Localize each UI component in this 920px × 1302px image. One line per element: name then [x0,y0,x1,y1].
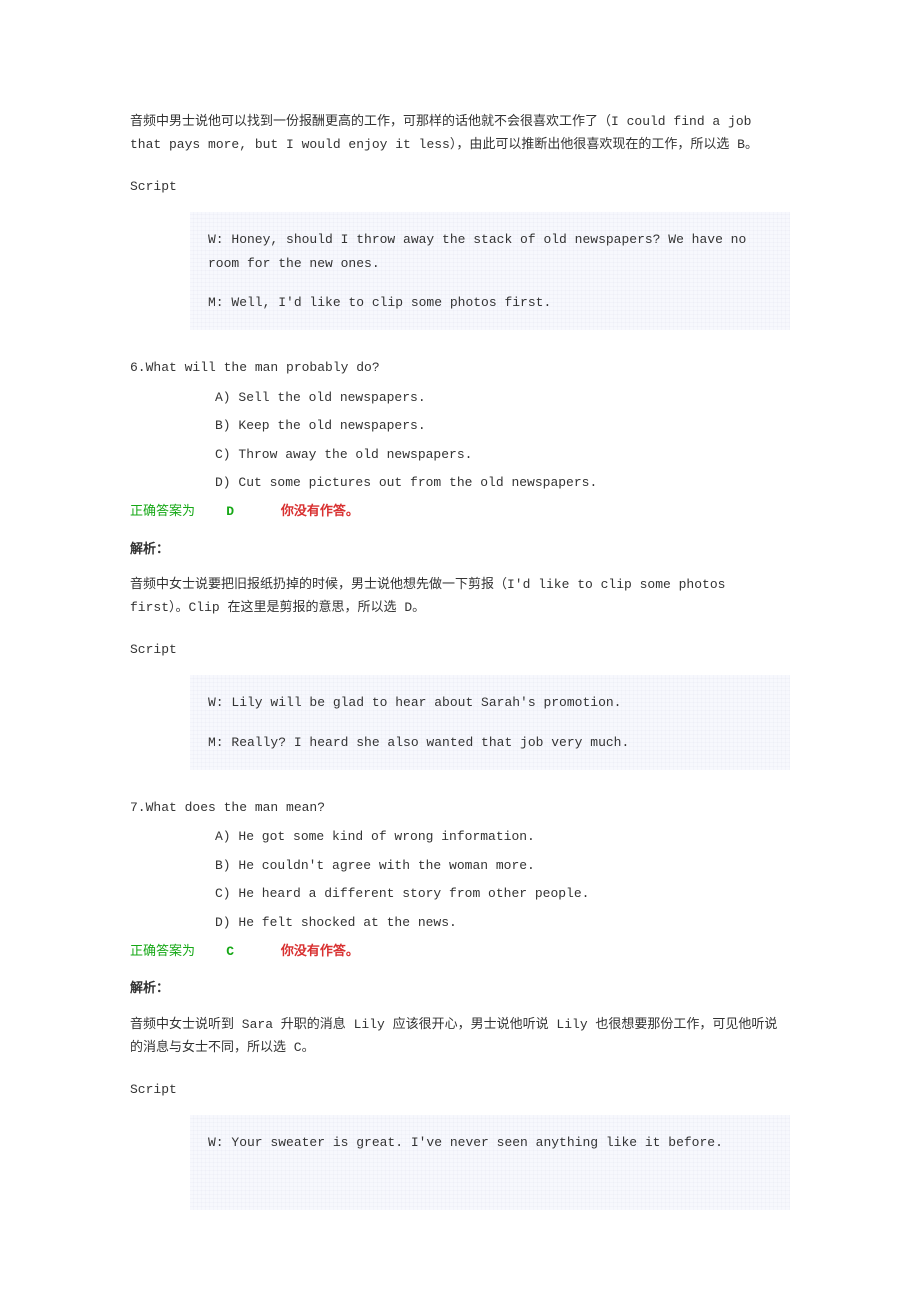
explanation-label: 解析： [130,977,790,1000]
option-c: C) He heard a different story from other… [215,882,790,905]
question-text: 7.What does the man mean? [130,796,790,819]
script-line-m: M: Really? I heard she also wanted that … [208,731,772,754]
answer-line: 正确答案为 C 你没有作答。 [130,940,790,963]
option-b: B) Keep the old newspapers. [215,414,790,437]
script-box: W: Your sweater is great. I've never see… [190,1115,790,1210]
answer-letter: D [226,504,234,519]
option-d: D) Cut some pictures out from the old ne… [215,471,790,494]
script-label: Script [130,638,790,661]
explanation-label: 解析： [130,538,790,561]
script-line-w: W: Lily will be glad to hear about Sarah… [208,691,772,714]
script-label: Script [130,1078,790,1101]
explanation-text: 音频中女士说听到 Sara 升职的消息 Lily 应该很开心，男士说他听说 Li… [130,1013,790,1060]
answer-prefix: 正确答案为 [130,504,195,519]
answer-letter: C [226,944,234,959]
explanation-text: 音频中女士说要把旧报纸扔掉的时候，男士说他想先做一下剪报（I'd like to… [130,573,790,620]
answer-line: 正确答案为 D 你没有作答。 [130,500,790,523]
option-c: C) Throw away the old newspapers. [215,443,790,466]
script-line-m: M: Well, I'd like to clip some photos fi… [208,291,772,314]
script-box: W: Honey, should I throw away the stack … [190,212,790,330]
answer-prefix: 正确答案为 [130,944,195,959]
option-a: A) He got some kind of wrong information… [215,825,790,848]
script-line-w: W: Your sweater is great. I've never see… [208,1131,772,1154]
question-text: 6.What will the man probably do? [130,356,790,379]
not-answered: 你没有作答。 [281,944,359,959]
option-d: D) He felt shocked at the news. [215,911,790,934]
explanation-text: 音频中男士说他可以找到一份报酬更高的工作，可那样的话他就不会很喜欢工作了（I c… [130,110,790,157]
not-answered: 你没有作答。 [281,504,359,519]
script-line-empty [208,1170,772,1193]
script-line-w: W: Honey, should I throw away the stack … [208,228,772,275]
options-list: A) Sell the old newspapers. B) Keep the … [215,386,790,495]
option-b: B) He couldn't agree with the woman more… [215,854,790,877]
option-a: A) Sell the old newspapers. [215,386,790,409]
script-box: W: Lily will be glad to hear about Sarah… [190,675,790,770]
script-label: Script [130,175,790,198]
options-list: A) He got some kind of wrong information… [215,825,790,934]
